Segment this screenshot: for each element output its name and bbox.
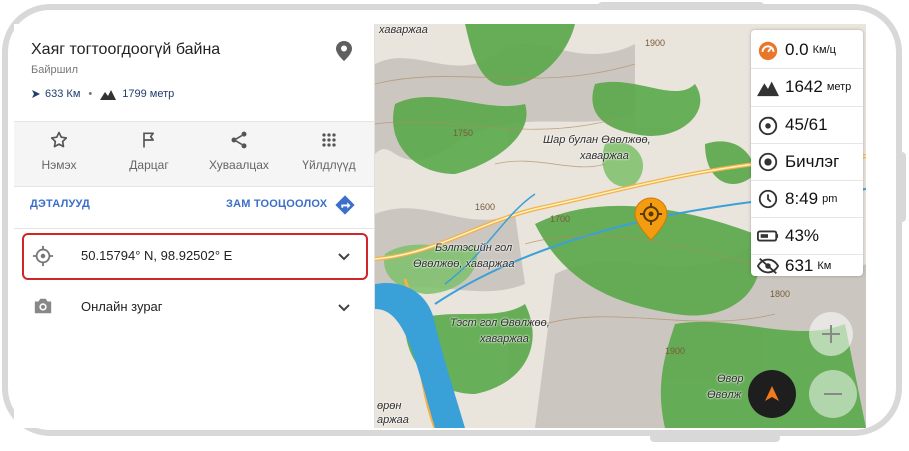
speed-value: 0.0 [785, 40, 809, 59]
contour-label: 1750 [453, 128, 474, 138]
phone-side-button-top [598, 2, 764, 10]
contour-label: 1900 [665, 346, 686, 356]
mountain-icon [757, 81, 779, 97]
phone-mockup: Хаяг тогтоогдоогүй байна Байршил 633 Км … [0, 2, 909, 443]
status-widgets: 0.0 Км/ц 1642 метр 45/61 Бичлэг 8:49 pm … [751, 30, 863, 276]
map-label: хаваржаа [480, 333, 529, 345]
action-label: Үйлдлүүд [302, 158, 356, 172]
route-link[interactable]: ЗАМ ТООЦООЛОХ [226, 198, 327, 210]
crosshair-icon [32, 245, 54, 272]
phone-side-button-right [898, 152, 906, 222]
location-panel: Хаяг тогтоогдоогүй байна Байршил 633 Км … [14, 24, 375, 428]
track-value: Бичлэг [785, 152, 840, 171]
gps-value: 45/61 [785, 115, 828, 134]
screen: Хаяг тогтоогдоогүй байна Байршил 633 Км … [14, 24, 866, 428]
contour-label: 1900 [645, 38, 666, 48]
details-link[interactable]: ДЭТАЛУУД [30, 198, 90, 210]
minus-icon [824, 393, 842, 395]
altitude-widget-unit: метр [826, 81, 852, 93]
mountain-icon [100, 89, 117, 100]
contour-label: 1600 [475, 202, 496, 212]
action-bar: Нэмэх Дарцаг Хуваалцах Үйлдлүүд [14, 122, 374, 186]
star-icon [50, 131, 68, 148]
place-subtitle: Байршил [31, 64, 78, 76]
map-label: Өвөлжөө, хаваржаа [413, 258, 515, 270]
speed-widget[interactable]: 0.0 Км/ц [751, 32, 863, 68]
time-unit: pm [822, 193, 838, 205]
place-meta: 633 Км • 1799 метр [31, 88, 174, 100]
battery-value: 43% [785, 226, 820, 245]
distance-widget-value: 631 [785, 256, 814, 275]
map-label: Тэст гол Өвөлжөө, [450, 317, 550, 329]
more-actions-button[interactable]: Үйлдлүүд [284, 122, 374, 186]
map-label: аржаа [377, 414, 409, 426]
navigation-button[interactable] [748, 370, 796, 418]
time-widget[interactable]: 8:49 pm [751, 181, 863, 217]
speedometer-icon [758, 41, 778, 61]
map-label: Өвөлж [707, 389, 742, 401]
coordinates-value: 50.15794° N, 98.92502° E [81, 248, 233, 263]
battery-icon [757, 230, 779, 242]
online-photo-label[interactable]: Онлайн зураг [81, 299, 163, 314]
divider [14, 228, 374, 229]
flag-icon [143, 132, 154, 148]
action-label: Хуваалцах [209, 158, 269, 172]
navigation-arrow-icon [765, 386, 779, 401]
action-label: Дарцаг [129, 158, 169, 172]
map-label: өрөн [377, 400, 402, 412]
eye-off-icon [757, 257, 779, 275]
record-icon [758, 152, 778, 172]
distance-widget-unit: Км [817, 260, 832, 272]
clock-icon [758, 189, 778, 209]
zoom-out-button[interactable] [809, 370, 857, 418]
action-label: Нэмэх [41, 158, 77, 172]
distance-widget[interactable]: 631 Км [751, 248, 863, 284]
altitude-widget-value: 1642 [785, 77, 823, 96]
place-title: Хаяг тогтоогдоогүй байна [31, 41, 221, 58]
more-grid-icon [322, 133, 336, 147]
camera-icon [32, 296, 54, 321]
map-label: Өвөр [717, 373, 744, 385]
add-marker-button[interactable]: Дарцаг [104, 122, 194, 186]
add-favorite-button[interactable]: Нэмэх [14, 122, 104, 186]
contour-label: 1800 [770, 289, 791, 299]
track-widget[interactable]: Бичлэг [751, 144, 863, 180]
map-label: хаваржаа [580, 150, 629, 162]
map-label: Бэлтэсийн гол [435, 242, 513, 254]
direction-arrow-icon [32, 90, 40, 98]
share-icon [231, 131, 247, 149]
map-label: хаваржаа [379, 24, 428, 36]
altitude-value: 1799 метр [122, 88, 175, 100]
map-label: Шар булан Өвөлжөө, [543, 134, 651, 146]
zoom-in-button[interactable] [809, 312, 853, 356]
time-value: 8:49 [785, 189, 819, 208]
selected-point-marker[interactable] [632, 196, 670, 247]
chevron-down-icon[interactable] [336, 299, 352, 320]
plus-icon [822, 325, 840, 343]
satellite-icon [758, 116, 778, 136]
altitude-widget[interactable]: 1642 метр [751, 69, 863, 105]
contour-label: 1700 [550, 214, 571, 224]
location-pin-icon[interactable] [334, 40, 354, 67]
share-button[interactable]: Хуваалцах [194, 122, 284, 186]
speed-unit: Км/ц [812, 44, 836, 56]
distance-value: 633 Км [45, 88, 81, 100]
phone-side-button-bottom [650, 434, 780, 442]
directions-icon[interactable] [334, 194, 356, 221]
chevron-down-icon[interactable] [336, 248, 352, 269]
meta-separator: • [88, 88, 93, 100]
divider [14, 186, 374, 187]
gps-widget[interactable]: 45/61 [751, 107, 863, 143]
